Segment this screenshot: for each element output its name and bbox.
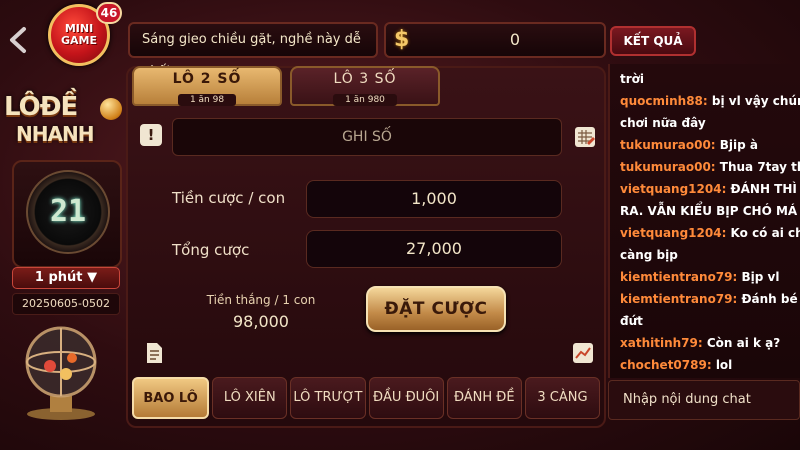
chat-text: Thua 7tay thô [719, 160, 800, 174]
chat-text: chơi nữa đây [620, 116, 706, 130]
number-input[interactable]: GHI SỐ [172, 118, 562, 156]
chat-text: lol [711, 358, 733, 372]
chat-username: xathitinh79: [620, 336, 703, 350]
chat-text: đứt [620, 314, 643, 328]
chat-username: chochet0789: [620, 358, 712, 372]
chat-text: Bjip à [715, 138, 759, 152]
chat-message: vietquang1204: ĐÁNH THÌ CI [620, 178, 800, 200]
marquee-ticker: Sáng gieo chiều gặt, nghề này dễ nhất [128, 22, 378, 79]
statistics-icon[interactable] [572, 342, 594, 364]
chat-message: RA. VẪN KIỂU BỊP CHÓ MÁ Đ [620, 200, 800, 222]
chat-message: kiemtientrano79: Đánh bé th [620, 288, 800, 310]
rules-icon[interactable]: ! [140, 124, 162, 146]
logo-line-1: LÔĐỀ [4, 92, 78, 122]
tab-odds: 1 ăn 98 [177, 94, 237, 106]
chat-message: vietquang1204: Ko có ai chơ [620, 222, 800, 244]
period-select[interactable]: 1 phút ▼ [12, 267, 120, 289]
chat-text: Bịp vl [737, 270, 780, 284]
chat-message: quocminh88: bị vl vậy chúng [620, 90, 800, 112]
logo-line-2: NHANH [16, 122, 94, 146]
back-button[interactable] [6, 26, 30, 54]
tab-dau-duoi[interactable]: ĐẦU ĐUÔI [368, 377, 444, 419]
dollar-icon: $ [394, 27, 410, 52]
chat-text: ĐÁNH THÌ CI [730, 182, 800, 196]
countdown-panel: 21 [12, 160, 122, 268]
chat-username: tukumurao00: [620, 160, 716, 174]
game-logo: LÔĐỀ NHANH [4, 92, 122, 154]
tab-lo-truot[interactable]: LÔ TRƯỢT [290, 377, 366, 419]
lottery-globe-icon [20, 322, 102, 422]
chat-message: kiemtientrano79: Bịp vl [620, 266, 800, 288]
chat-username: tukumurao00: [620, 138, 716, 152]
balance-display: $ 0 [384, 22, 606, 58]
countdown-value: 21 [49, 194, 87, 229]
tab-3-cang[interactable]: 3 CÀNG [524, 377, 601, 419]
place-bet-button[interactable]: ĐẶT CƯỢC [366, 286, 506, 332]
chat-username: vietquang1204: [620, 182, 727, 196]
mini-game-badge: 46 [96, 2, 122, 24]
chat-message: tukumurao00: Bjip à [620, 134, 800, 156]
chat-message: càng bịp [620, 244, 800, 266]
chat-message: tukumurao00: Thua 7tay thô [620, 156, 800, 178]
chat-message: trời [620, 68, 800, 90]
chat-message: xathitinh79: Còn ai k ạ? [620, 332, 800, 354]
tab-label: LÔ 2 SỐ [172, 71, 242, 87]
chat-message: chochet0789: lol [620, 354, 800, 376]
tab-danh-de[interactable]: ĐÁNH ĐỀ [446, 377, 522, 419]
result-button[interactable]: KẾT QUẢ [610, 26, 696, 56]
chat-text: càng bịp [620, 248, 678, 262]
total-bet-value: 27,000 [306, 230, 562, 268]
lottery-ball-icon [100, 98, 122, 120]
chat-text: trời [620, 72, 645, 86]
chat-message: chơi nữa đây [620, 112, 800, 134]
chat-text: Còn ai k ạ? [702, 336, 781, 350]
chevron-left-icon [10, 27, 26, 53]
tab-lo-xien[interactable]: LÔ XIÊN [212, 377, 288, 419]
chat-text: bị vl vậy chúng [711, 94, 800, 108]
tab-odds: 1 ăn 980 [333, 94, 397, 106]
win-per-number-label: Tiền thắng / 1 con [206, 293, 316, 307]
tab-label: LÔ 3 SỐ [333, 71, 397, 87]
chat-text: RA. VẪN KIỂU BỊP CHÓ MÁ Đ [620, 204, 800, 218]
session-id: 20250605-0502 [12, 293, 120, 315]
chat-panel[interactable]: trời quocminh88: bị vl vậy chúng chơi nữ… [608, 64, 800, 378]
chat-username: kiemtientrano79: [620, 292, 738, 306]
chat-username: kiemtientrano79: [620, 270, 738, 284]
chat-username: vietquang1204: [620, 226, 727, 240]
chat-text: Ko có ai chơ [730, 226, 800, 240]
caret-down-icon: ▼ [87, 270, 98, 285]
win-per-number-value: 98,000 [233, 312, 289, 331]
mini-game-label-2: GAME [60, 34, 97, 47]
period-select-value: 1 phút [34, 270, 83, 285]
bet-type-tabs: BAO LÔ LÔ XIÊN LÔ TRƯỢT ĐẦU ĐUÔI ĐÁNH ĐỀ… [132, 377, 601, 419]
tab-lo-3-so[interactable]: LÔ 3 SỐ 1 ăn 980 [290, 66, 440, 106]
countdown-dial: 21 [26, 170, 110, 254]
chat-message: đứt [620, 310, 800, 332]
tab-lo-2-so[interactable]: LÔ 2 SỐ 1 ăn 98 [132, 66, 282, 106]
chat-input[interactable]: Nhập nội dung chat [608, 380, 800, 420]
total-bet-label: Tổng cược [172, 241, 250, 259]
chat-username: quocminh88: [620, 94, 708, 108]
bet-per-number-label: Tiền cược / con [172, 189, 286, 207]
bet-per-number-field[interactable]: 1,000 [306, 180, 562, 218]
chat-text: Đánh bé th [741, 292, 800, 306]
tab-bao-lo[interactable]: BAO LÔ [132, 377, 210, 419]
history-doc-icon[interactable] [144, 342, 164, 364]
number-grid-icon[interactable] [574, 126, 596, 148]
balance-value: 0 [509, 30, 521, 49]
